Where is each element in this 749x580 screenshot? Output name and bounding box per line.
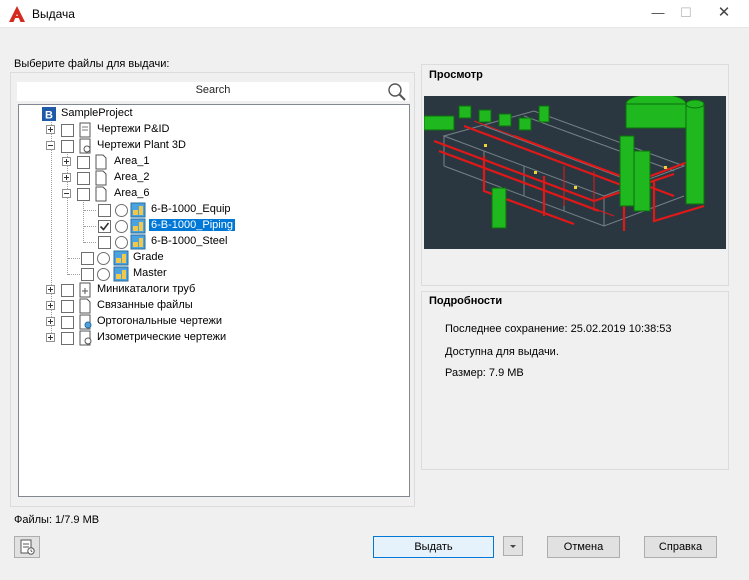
- help-button[interactable]: Справка: [644, 536, 717, 558]
- chevron-down-icon: [510, 545, 516, 548]
- details-group: [421, 291, 729, 470]
- tree-item-related-files[interactable]: Связанные файлы: [19, 298, 409, 314]
- related-files-icon: [79, 298, 91, 314]
- checkbox[interactable]: [81, 252, 94, 265]
- model-icon: [113, 266, 129, 282]
- collapse-icon[interactable]: [46, 141, 55, 150]
- checkbox[interactable]: [61, 300, 74, 313]
- checkbox[interactable]: [61, 124, 74, 137]
- search-placeholder: Search: [195, 84, 231, 96]
- expand-icon[interactable]: [46, 285, 55, 294]
- instructions-label: Выберите файлы для выдачи:: [14, 58, 170, 70]
- status-radio: [97, 252, 110, 265]
- checkmark-icon: [99, 222, 110, 231]
- checkbox[interactable]: [61, 332, 74, 345]
- project-tree[interactable]: B SampleProject Чертежи P&ID Чертежи Pla…: [18, 104, 410, 497]
- tree-item-iso-drawings[interactable]: Изометрические чертежи: [19, 330, 409, 346]
- spec-sheet-icon: [79, 282, 91, 298]
- checkout-options-button[interactable]: [503, 536, 523, 556]
- cancel-button[interactable]: Отмена: [547, 536, 620, 558]
- tree-connector: [84, 210, 96, 211]
- preview-title: Просмотр: [429, 69, 483, 81]
- tree-item-area-6[interactable]: Area_6: [19, 186, 409, 202]
- tree-item-piping[interactable]: 6-B-1000_Piping: [19, 218, 409, 234]
- checkout-button[interactable]: Выдать: [373, 536, 494, 558]
- checkbox[interactable]: [77, 188, 90, 201]
- ortho-drawings-icon: [79, 314, 92, 330]
- size-text: Размер: 7.9 MB: [445, 367, 524, 379]
- folder-icon: [95, 154, 107, 170]
- window-title: Выдача: [32, 7, 75, 21]
- tree-connector: [68, 274, 80, 275]
- status-radio: [97, 268, 110, 281]
- tree-item-plant3d-drawings[interactable]: Чертежи Plant 3D: [19, 138, 409, 154]
- checkbox[interactable]: [81, 268, 94, 281]
- svg-text:B: B: [45, 110, 53, 122]
- tree-item-ortho-drawings[interactable]: Ортогональные чертежи: [19, 314, 409, 330]
- expand-icon[interactable]: [46, 333, 55, 342]
- search-input[interactable]: Search: [17, 82, 409, 101]
- iso-drawings-icon: [79, 330, 92, 346]
- tree-item-area-2[interactable]: Area_2: [19, 170, 409, 186]
- search-icon[interactable]: [387, 82, 407, 102]
- checkbox[interactable]: [77, 156, 90, 169]
- tree-connector: [84, 242, 96, 243]
- preview-image: [424, 96, 726, 249]
- title-bar: Выдача — ☐ ✕: [0, 0, 749, 28]
- autocad-logo-icon: [9, 6, 25, 22]
- status-radio: [115, 204, 128, 217]
- model-icon: [130, 202, 146, 218]
- checkbox[interactable]: [61, 140, 74, 153]
- log-list-icon: [20, 539, 35, 555]
- checkbox[interactable]: [61, 316, 74, 329]
- folder-icon: [95, 186, 107, 202]
- checkbox[interactable]: [98, 236, 111, 249]
- expand-icon[interactable]: [62, 173, 71, 182]
- model-icon: [130, 234, 146, 250]
- pid-drawings-icon: [79, 122, 91, 138]
- log-button[interactable]: [14, 536, 40, 558]
- checkbox[interactable]: [77, 172, 90, 185]
- tree-item-grade[interactable]: Grade: [19, 250, 409, 266]
- collapse-icon[interactable]: [62, 189, 71, 198]
- tree-item-area-1[interactable]: Area_1: [19, 154, 409, 170]
- details-title: Подробности: [429, 295, 503, 307]
- expand-icon[interactable]: [62, 157, 71, 166]
- tree-item-equip[interactable]: 6-B-1000_Equip: [19, 202, 409, 218]
- checkbox-checked[interactable]: [98, 220, 111, 233]
- tree-connector: [68, 258, 80, 259]
- tree-item-pid-drawings[interactable]: Чертежи P&ID: [19, 122, 409, 138]
- availability-text: Доступна для выдачи.: [445, 346, 559, 358]
- project-b-icon: B: [42, 107, 56, 122]
- close-icon[interactable]: ✕: [702, 0, 746, 28]
- status-radio: [115, 220, 128, 233]
- checkbox[interactable]: [98, 204, 111, 217]
- tree-connector: [84, 226, 96, 227]
- tree-item-steel[interactable]: 6-B-1000_Steel: [19, 234, 409, 250]
- expand-icon[interactable]: [46, 301, 55, 310]
- expand-icon[interactable]: [46, 317, 55, 326]
- plant3d-drawings-icon: [79, 138, 91, 154]
- model-icon: [130, 218, 146, 234]
- status-radio: [115, 236, 128, 249]
- expand-icon[interactable]: [46, 125, 55, 134]
- model-icon: [113, 250, 129, 266]
- tree-item-sampleproject[interactable]: B SampleProject: [19, 106, 409, 122]
- last-saved-text: Последнее сохранение: 25.02.2019 10:38:5…: [445, 323, 672, 335]
- tree-item-spec-sheets[interactable]: Миникаталоги труб: [19, 282, 409, 298]
- plant-3d-preview-image: [424, 96, 726, 249]
- folder-icon: [95, 170, 107, 186]
- tree-item-master[interactable]: Master: [19, 266, 409, 282]
- files-summary: Файлы: 1/7.9 MB: [14, 514, 100, 526]
- checkbox[interactable]: [61, 284, 74, 297]
